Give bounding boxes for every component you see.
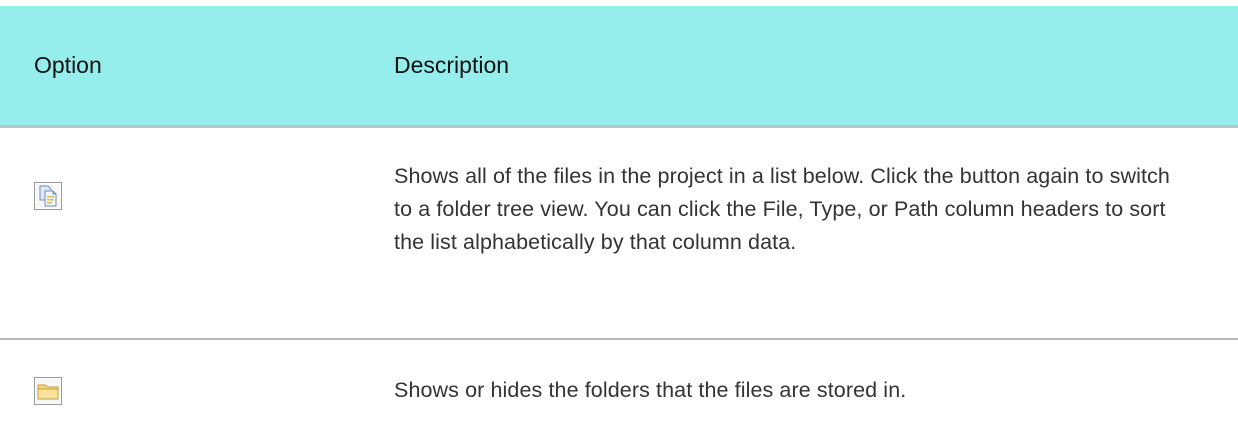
table-row: Shows all of the files in the project in…: [0, 128, 1238, 340]
row-description: Shows all of the files in the project in…: [394, 164, 1170, 254]
table-row: Shows or hides the folders that the file…: [0, 340, 1238, 435]
table-header-row: Option Description: [0, 6, 1238, 128]
options-table: Option Description Shows all of the file…: [0, 0, 1238, 435]
header-description: Description: [394, 52, 510, 78]
row-description: Shows or hides the folders that the file…: [394, 378, 907, 402]
show-files-icon: [34, 182, 62, 210]
header-option: Option: [34, 52, 102, 78]
folder-icon: [34, 377, 62, 405]
